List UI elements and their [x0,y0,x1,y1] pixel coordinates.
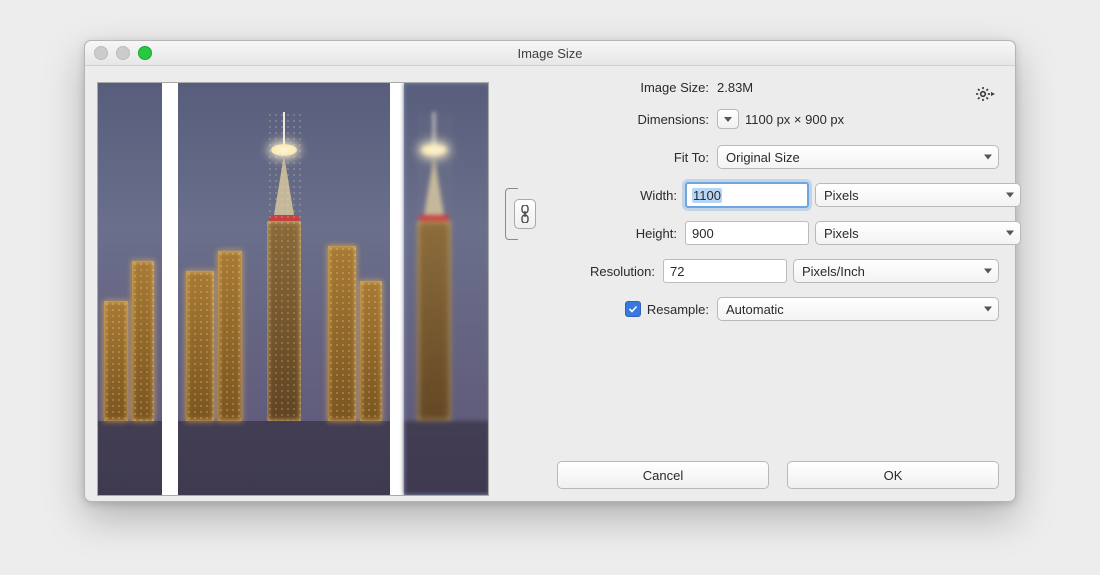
constrain-proportions-button[interactable] [514,199,536,229]
fit-to-label: Fit To: [537,150,717,165]
resolution-label: Resolution: [537,264,663,279]
traffic-minimize[interactable] [116,46,130,60]
fit-to-select[interactable]: Original Size [717,145,999,169]
traffic-close[interactable] [94,46,108,60]
resolution-input[interactable]: 72 [663,259,787,283]
resample-select[interactable]: Automatic [717,297,999,321]
window-title: Image Size [85,46,1015,61]
dimensions-flyout[interactable] [717,109,739,129]
gear-icon[interactable] [975,86,995,102]
dimensions-label: Dimensions: [537,112,717,127]
height-units-select[interactable]: Pixels [815,221,1021,245]
width-input[interactable]: 1100 [685,182,809,208]
cancel-button[interactable]: Cancel [557,461,769,489]
dimensions-value: 1100 px × 900 px [745,112,844,127]
image-size-dialog: Image Size [84,40,1016,502]
ok-button[interactable]: OK [787,461,999,489]
traffic-zoom[interactable] [138,46,152,60]
controls-panel: Image Size: 2.83M Dimensions: 1100 px × … [505,74,999,489]
height-input[interactable]: 900 [685,221,809,245]
height-label: Height: [537,226,685,241]
titlebar: Image Size [85,41,1015,66]
image-size-value: 2.83M [717,80,753,95]
resample-checkbox[interactable] [625,301,641,317]
resample-label: Resample: [647,302,709,317]
resolution-units-select[interactable]: Pixels/Inch [793,259,999,283]
image-size-label: Image Size: [537,80,717,95]
width-label: Width: [537,188,685,203]
width-units-select[interactable]: Pixels [815,183,1021,207]
preview-image[interactable] [97,82,489,496]
